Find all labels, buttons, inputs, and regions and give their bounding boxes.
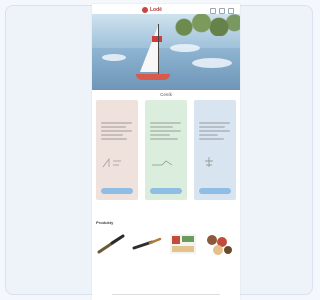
product-image [97,234,125,254]
product-image [207,235,232,255]
website-preview: Lodě Ceník Produkty [92,4,240,300]
trees [170,14,240,36]
logo-mark [142,7,148,13]
product-card[interactable] [132,230,162,270]
offer-card [145,100,187,200]
offer-card [194,100,236,200]
hero-image [92,14,240,90]
offer-button[interactable] [150,188,182,194]
product-image [170,234,196,254]
offer-diagram [205,157,213,167]
offer-description [199,122,230,142]
boat-hull [136,74,170,80]
offer-card [96,100,138,200]
offer-button[interactable] [199,188,231,194]
offer-description [150,122,181,142]
footer-divider [112,294,220,295]
section-title: Ceník [160,92,172,97]
boat-sail [140,26,158,72]
product-card[interactable] [204,230,234,270]
offer-diagram [102,157,121,168]
products-title: Produkty [96,220,114,225]
offer-description [101,122,132,142]
boat-sail-flag [152,36,162,42]
boat-mast [158,24,159,76]
offer-diagram [152,160,173,166]
logo-text: Lodě [150,7,162,13]
product-card[interactable] [96,230,126,270]
product-card[interactable] [168,230,198,270]
product-image [132,237,162,250]
offer-button[interactable] [101,188,133,194]
